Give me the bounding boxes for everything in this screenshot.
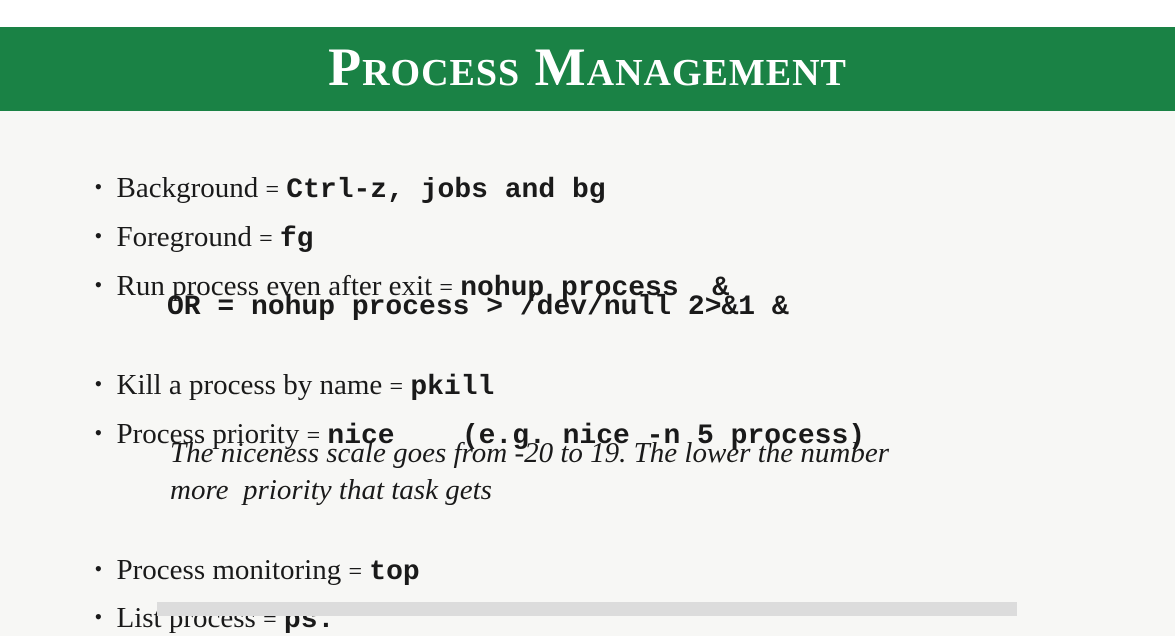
slide-title: Process Management: [328, 37, 847, 97]
alternative-command-line: OR = nohup process > /dev/null 2>&1 &: [167, 292, 789, 323]
niceness-note-line-2: more priority that task gets: [170, 474, 492, 506]
top-strip: [0, 0, 1175, 27]
bullet-icon: •: [94, 420, 103, 445]
bullet-icon: •: [94, 604, 103, 629]
niceness-note-line-1: The niceness scale goes from -20 to 19. …: [170, 437, 889, 469]
bottom-overlay-bar: [157, 602, 1017, 616]
item-command: Ctrl-z, jobs and bg: [286, 175, 606, 206]
item-command: top: [369, 557, 420, 588]
bullet-icon: •: [94, 272, 103, 297]
title-bar: Process Management: [0, 27, 1175, 111]
item-equals: =: [348, 559, 363, 585]
